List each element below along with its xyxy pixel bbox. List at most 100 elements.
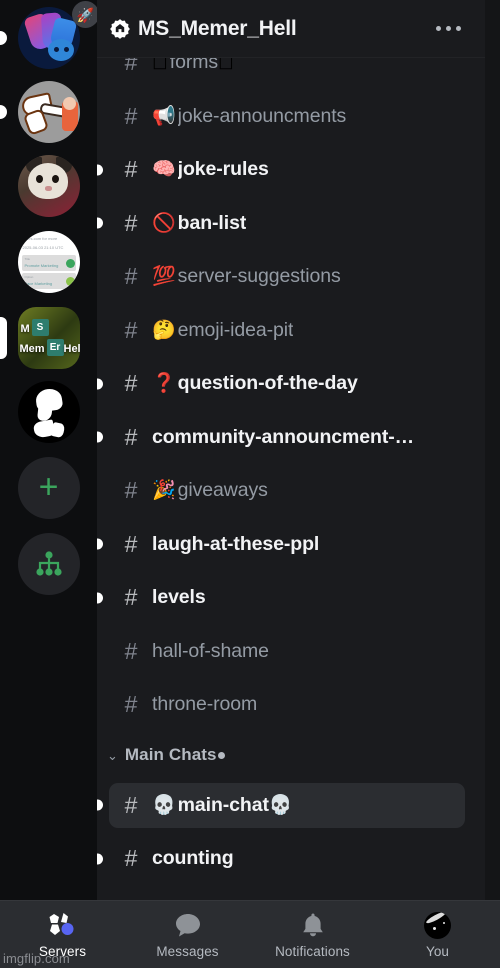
explore-servers-button[interactable]	[0, 530, 97, 598]
channel-name-label: throne-room	[152, 693, 258, 716]
chevron-down-icon: ⌄	[107, 747, 118, 763]
channel-server-suggestions[interactable]: # 💯 server-suggestions	[97, 250, 485, 304]
category-label: Main Chats	[124, 745, 217, 764]
plus-icon: +	[38, 467, 59, 506]
hash-icon: #	[124, 423, 138, 450]
channel-name-label: server-suggestions	[177, 265, 341, 288]
channel-ban-list[interactable]: # 🚫 ban-list	[97, 197, 485, 251]
ms-word-2: Mem	[19, 343, 45, 355]
server-unread-indicator	[0, 31, 7, 45]
hash-icon: #	[124, 156, 138, 183]
server-header[interactable]: MS_Memer_Hell	[97, 0, 485, 58]
channel-scroll-area[interactable]: # ◻ forms ◻ # 📢 joke-announcments # 🧠 joke-rules #…	[97, 51, 485, 900]
channel-laugh-at-these-ppl[interactable]: # laugh-at-these-ppl	[97, 518, 485, 572]
channel-joke-announcments[interactable]: # 📢 joke-announcments	[97, 90, 485, 144]
channel-name-label: ban-list	[177, 211, 247, 234]
channel-joke-rules[interactable]: # 🧠 joke-rules	[97, 143, 485, 197]
server-item-cat[interactable]	[0, 152, 97, 220]
nav-notifications[interactable]: Notifications	[250, 901, 375, 968]
channel-emoji-icon-trailing: 💀	[268, 794, 293, 816]
server-item-ms-memer-hell[interactable]: M S Mem Er Hell	[0, 304, 97, 372]
bottom-navigation-bar[interactable]: Servers Messages Notifications You	[0, 900, 500, 968]
discord-mobile-app: 🚀 utters.com for more 2025-06-03 21:10 U…	[0, 0, 500, 968]
doc-row2-label: Option	[24, 275, 34, 279]
channel-emoji-icon: 🧠	[152, 159, 176, 181]
doc-line-2: 2025-06-03 21:10 UTC	[22, 245, 64, 250]
hash-icon: #	[124, 845, 138, 872]
channel-emoji-icon: 🎉	[152, 480, 176, 502]
channel-unread-dot	[97, 217, 103, 229]
watermark: imgflip.com	[3, 951, 70, 966]
category-unread-dot	[217, 751, 225, 759]
hash-icon: #	[124, 316, 138, 343]
bell-icon	[300, 910, 326, 940]
channel-name-label: hall-of-shame	[152, 639, 269, 662]
channel-unread-dot	[97, 799, 103, 811]
channel-unread-dot	[97, 592, 103, 604]
nav-notifications-label: Notifications	[275, 944, 350, 959]
channel-levels[interactable]: # levels	[97, 571, 485, 625]
channel-counting[interactable]: # counting	[97, 832, 485, 886]
channel-community-announcment[interactable]: # community-announcment-…	[97, 411, 485, 465]
channel-name-label: community-announcment-…	[152, 425, 415, 448]
server-avatar-bw	[17, 381, 80, 443]
channel-name-label: question-of-the-day	[177, 372, 358, 395]
server-item-jojo[interactable]	[0, 78, 97, 146]
ms-word-1: M	[20, 323, 30, 335]
channel-emoji-icon: 🤔	[152, 319, 176, 341]
channel-unread-dot	[97, 431, 103, 443]
nav-messages[interactable]: Messages	[125, 901, 250, 968]
server-item-document[interactable]: utters.com for more 2025-06-03 21:10 UTC…	[0, 228, 97, 296]
channel-question-of-the-day[interactable]: # ❓ question-of-the-day	[97, 357, 485, 411]
channel-name-label: giveaways	[177, 479, 268, 502]
add-server-button[interactable]: +	[0, 454, 97, 522]
server-avatar-cat	[17, 155, 80, 217]
more-options-icon[interactable]	[428, 18, 469, 39]
channel-emoji-icon: 💀	[152, 794, 176, 816]
hash-icon: #	[124, 791, 138, 818]
server-rail[interactable]: 🚀 utters.com for more 2025-06-03 21:10 U…	[0, 0, 97, 900]
doc-row1-text: Promote Marketing	[24, 263, 59, 268]
explore-network-icon	[35, 551, 62, 576]
messages-bubble-icon	[174, 910, 202, 940]
server-avatar-document: utters.com for more 2025-06-03 21:10 UTC…	[17, 231, 80, 293]
channel-unread-dot	[97, 853, 103, 865]
channel-main-chat[interactable]: # 💀 main-chat 💀	[97, 779, 485, 833]
user-avatar-icon	[424, 910, 451, 940]
ms-element-2: Er	[46, 339, 64, 356]
rocket-boost-icon: 🚀	[72, 1, 97, 28]
doc-row2-text: Face Marketing	[24, 281, 53, 286]
servers-icon	[46, 910, 80, 940]
hash-icon: #	[124, 263, 138, 290]
hash-icon: #	[124, 477, 138, 504]
channel-emoji-icon: ❓	[152, 373, 176, 395]
hash-icon: #	[124, 209, 138, 236]
server-avatar-ms-memer-hell: M S Mem Er Hell	[17, 307, 80, 369]
selected-channel-highlight: # 💀 main-chat 💀	[109, 782, 465, 828]
channel-name-label: counting	[152, 847, 234, 870]
channel-emoji-icon: 🚫	[152, 212, 176, 234]
server-item-black-white[interactable]	[0, 378, 97, 446]
channel-emoji-icon: 📢	[152, 105, 176, 127]
channel-emoji-idea-pit[interactable]: # 🤔 emoji-idea-pit	[97, 304, 485, 358]
page-title: MS_Memer_Hell	[138, 16, 297, 40]
channel-name-label: laugh-at-these-ppl	[152, 532, 320, 555]
server-item-discord-clan[interactable]: 🚀	[0, 1, 97, 72]
channel-hall-of-shame[interactable]: # hall-of-shame	[97, 625, 485, 679]
category-main-chats[interactable]: ⌄ Main Chats	[97, 732, 485, 779]
channel-unread-dot	[97, 164, 103, 176]
doc-line-1: utters.com for more	[22, 236, 58, 241]
hash-icon: #	[124, 637, 138, 664]
channel-name-label: levels	[152, 586, 206, 609]
nav-you-label: You	[425, 944, 450, 959]
channel-throne-room[interactable]: # throne-room	[97, 678, 485, 732]
channel-giveaways[interactable]: # 🎉 giveaways	[97, 464, 485, 518]
ms-element-1: S	[31, 319, 49, 336]
avatar	[424, 911, 451, 939]
channel-unread-dot	[97, 538, 103, 550]
doc-row1-label: Title	[24, 257, 31, 261]
channel-list-panel[interactable]: MS_Memer_Hell # ◻ forms ◻ # 📢 joke-announcment…	[97, 0, 485, 900]
server-unread-indicator	[0, 105, 7, 119]
ms-word-3: Hell	[63, 343, 80, 355]
nav-you[interactable]: You	[375, 901, 500, 968]
